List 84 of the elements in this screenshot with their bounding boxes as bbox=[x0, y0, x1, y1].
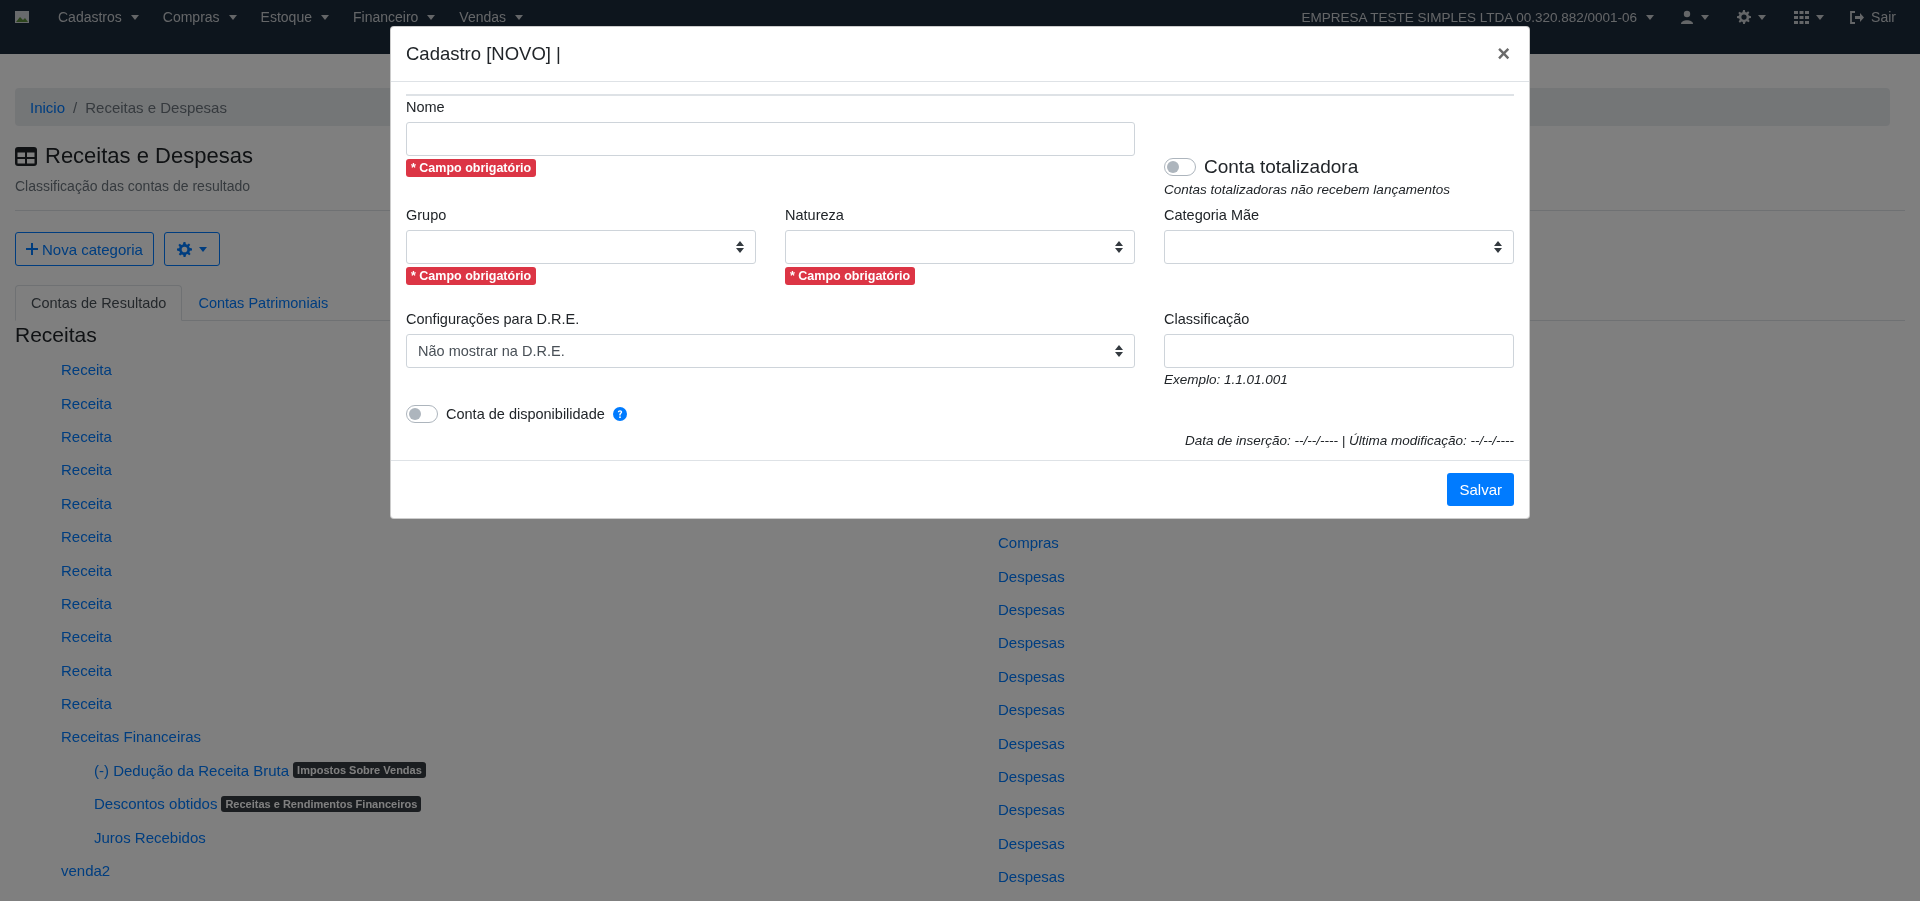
category-link[interactable]: venda2 bbox=[61, 862, 111, 880]
field-label: Configurações para D.R.E. bbox=[406, 311, 580, 327]
toggle-switch[interactable] bbox=[1164, 158, 1196, 176]
nav-menu[interactable]: Estoque bbox=[250, 9, 339, 25]
hint-text: Exemplo: 1.1.01.001 bbox=[1164, 372, 1288, 387]
section-title: Receitas bbox=[15, 323, 97, 348]
switch-label: Conta totalizadora bbox=[1204, 156, 1359, 178]
hint-text: Contas totalizadoras não recebem lançamentos bbox=[1164, 182, 1450, 197]
breadcrumb-current: Receitas e Despesas bbox=[85, 98, 227, 116]
category-link[interactable]: Receita bbox=[61, 528, 112, 546]
category-link[interactable]: Despesas bbox=[998, 600, 1065, 618]
category-link[interactable]: Despesas bbox=[998, 767, 1065, 785]
category-link[interactable]: Receita bbox=[61, 594, 112, 612]
category-tag: Impostos Sobre Vendas bbox=[293, 762, 426, 779]
field-label: Grupo bbox=[406, 207, 447, 223]
category-link[interactable]: Receita bbox=[61, 461, 112, 479]
category-link[interactable]: Despesas bbox=[998, 734, 1065, 752]
category-link[interactable]: Receita bbox=[61, 361, 112, 379]
settings-icon bbox=[176, 241, 192, 257]
nome-field[interactable] bbox=[406, 122, 1135, 156]
category-link[interactable]: (-) Dedução da Receita Bruta bbox=[94, 761, 290, 779]
nav-menu[interactable]: Financeiro bbox=[343, 9, 446, 25]
field-label: Classificação bbox=[1164, 311, 1250, 327]
switch-label: Conta de disponibilidade bbox=[446, 406, 605, 422]
field-label: Nome bbox=[406, 99, 445, 115]
required-badge: * Campo obrigatório bbox=[785, 267, 916, 285]
field-label: Natureza bbox=[785, 207, 844, 223]
category-link[interactable]: Despesas bbox=[998, 868, 1065, 886]
logout-link[interactable]: Sair bbox=[1840, 9, 1906, 25]
broken-image-icon bbox=[14, 9, 30, 25]
grid-icon bbox=[1794, 10, 1810, 24]
category-link[interactable]: Receita bbox=[61, 561, 112, 579]
category-link[interactable]: Despesas bbox=[998, 801, 1065, 819]
table-icon bbox=[15, 146, 37, 166]
company-selector[interactable]: EMPRESA TESTE SIMPLES LTDA 00.320.882/0001-06 bbox=[1291, 9, 1665, 25]
category-link[interactable]: Despesas bbox=[998, 834, 1065, 852]
nav-menu[interactable]: Vendas bbox=[449, 9, 534, 25]
settings-icon bbox=[1737, 10, 1752, 24]
sort-arrows-icon bbox=[736, 241, 744, 253]
plus-icon bbox=[26, 243, 38, 255]
category-link[interactable]: Descontos obtidos bbox=[94, 795, 218, 813]
category-link[interactable]: Receita bbox=[61, 628, 112, 646]
sort-arrows-icon bbox=[1115, 345, 1123, 357]
close-button[interactable]: × bbox=[1493, 41, 1514, 67]
select-field[interactable] bbox=[406, 230, 756, 264]
select-field[interactable]: Não mostrar na D.R.E. bbox=[406, 334, 1135, 368]
timestamps-text: Data de inserção: --/--/---- | Última modificação: --/--/---- bbox=[1184, 432, 1514, 448]
nav-menu[interactable]: Compras bbox=[152, 9, 247, 25]
tab[interactable]: Contas de Resultado bbox=[15, 285, 183, 321]
category-link[interactable]: Compras bbox=[998, 534, 1059, 552]
category-link[interactable]: Despesas bbox=[998, 634, 1065, 652]
user-icon bbox=[1680, 10, 1695, 24]
select-field[interactable] bbox=[1164, 230, 1514, 264]
category-link[interactable]: Receita bbox=[61, 394, 112, 412]
page-title: Receitas e Despesas bbox=[45, 143, 253, 169]
category-link[interactable]: Despesas bbox=[998, 567, 1065, 585]
modal-title: Cadastro [NOVO] | bbox=[406, 43, 561, 65]
category-link[interactable]: Juros Recebidos bbox=[94, 828, 206, 846]
tab[interactable]: Contas Patrimoniais bbox=[182, 285, 345, 321]
classificacao-field[interactable] bbox=[1164, 334, 1514, 368]
settings-dropdown-button[interactable] bbox=[163, 232, 220, 266]
breadcrumb-link[interactable]: Inicio bbox=[30, 98, 66, 116]
breadcrumb-separator: / bbox=[73, 98, 78, 116]
select-field[interactable] bbox=[785, 230, 1135, 264]
category-tag: Receitas e Rendimentos Financeiros bbox=[221, 795, 422, 812]
logout-icon bbox=[1850, 10, 1865, 24]
field-label: Categoria Mãe bbox=[1164, 207, 1260, 223]
sort-arrows-icon bbox=[1115, 241, 1123, 253]
category-link[interactable]: Despesas bbox=[998, 701, 1065, 719]
category-link[interactable]: Receita bbox=[61, 494, 112, 512]
new-category-button[interactable]: Nova categoria bbox=[15, 232, 154, 266]
category-link[interactable]: Receitas Financeiras bbox=[61, 728, 202, 746]
category-link[interactable]: Receita bbox=[61, 661, 112, 679]
nav-menu[interactable]: Cadastros bbox=[48, 9, 149, 25]
page-subtitle: Classificação das contas de resultado bbox=[15, 178, 251, 194]
category-link[interactable]: Receita bbox=[61, 695, 112, 713]
required-badge: * Campo obrigatório bbox=[406, 159, 537, 177]
required-badge: * Campo obrigatório bbox=[406, 267, 537, 285]
toggle-switch[interactable] bbox=[406, 405, 438, 423]
save-button[interactable]: Salvar bbox=[1447, 473, 1514, 506]
help-icon[interactable] bbox=[612, 407, 627, 421]
category-link[interactable]: Receita bbox=[61, 427, 112, 445]
category-link[interactable]: Despesas bbox=[998, 667, 1065, 685]
sort-arrows-icon bbox=[1494, 241, 1502, 253]
